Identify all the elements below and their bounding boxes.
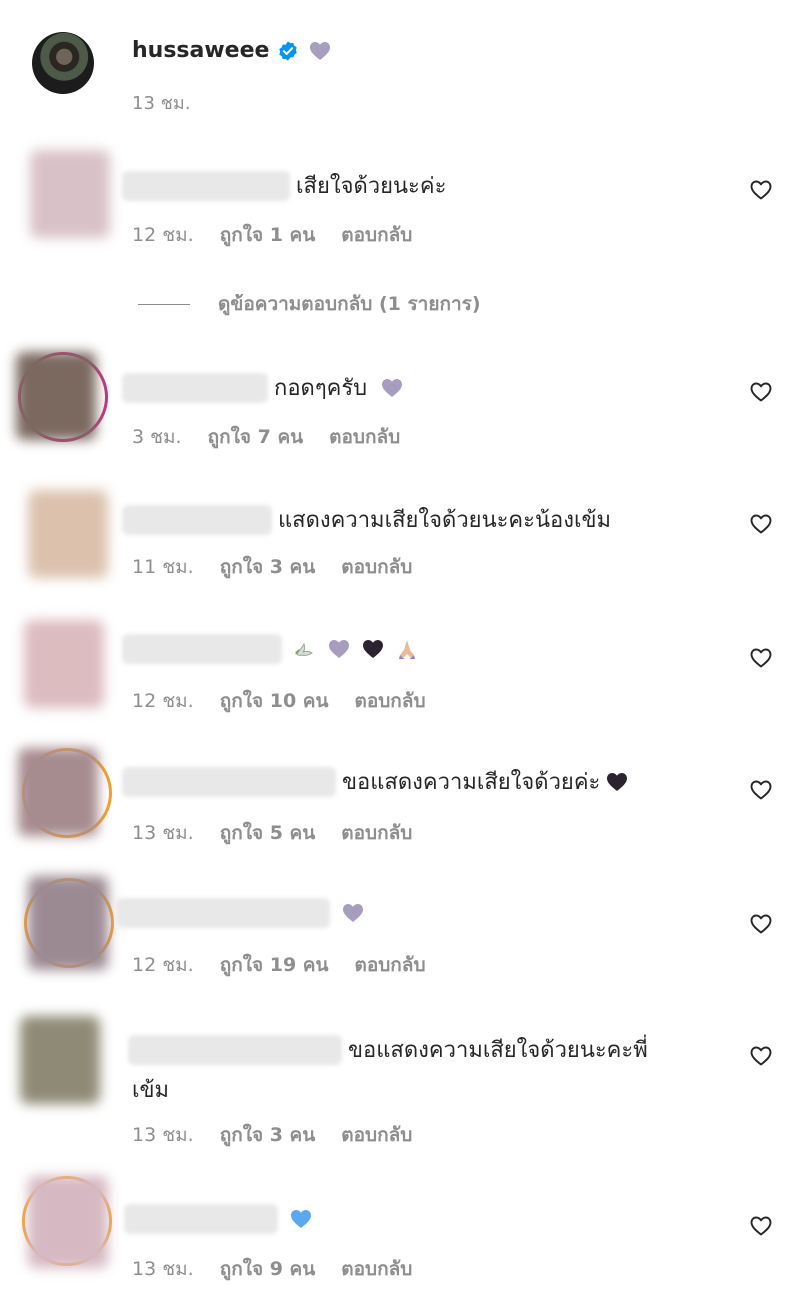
comment-likes[interactable]: ถูกใจ 10 คน — [220, 686, 329, 716]
post-time: 13 ชม. — [132, 93, 191, 114]
comment-likes[interactable]: ถูกใจ 3 คน — [220, 552, 316, 582]
commenter-avatar[interactable] — [28, 1176, 108, 1268]
reply-button[interactable]: ตอบกลับ — [341, 1254, 412, 1284]
replies-divider — [138, 303, 190, 305]
grey-heart-emoji — [307, 39, 333, 63]
like-heart-icon[interactable] — [748, 178, 774, 202]
commenter-username[interactable] — [122, 634, 282, 664]
comment-likes[interactable]: ถูกใจ 7 คน — [208, 422, 304, 452]
comment-likes[interactable]: ถูกใจ 19 คน — [220, 950, 329, 980]
comment-meta: 3 ชม. ถูกใจ 7 คน ตอบกลับ — [132, 422, 400, 452]
comment-likes[interactable]: ถูกใจ 9 คน — [220, 1254, 316, 1284]
commenter-avatar[interactable] — [28, 876, 108, 970]
reply-button[interactable]: ตอบกลับ — [354, 950, 425, 980]
commenter-avatar[interactable] — [18, 748, 98, 836]
view-replies-button[interactable]: ดูข้อความตอบกลับ (1 รายการ) — [138, 289, 481, 319]
comment-time: 3 ชม. — [132, 426, 182, 448]
post-author: hussaweee — [132, 38, 333, 63]
commenter-username[interactable] — [116, 898, 330, 928]
grey-heart-emoji — [340, 901, 366, 925]
reply-button[interactable]: ตอบกลับ — [329, 422, 400, 452]
like-heart-icon[interactable] — [748, 380, 774, 404]
black-heart-emoji — [604, 770, 630, 794]
comment-meta: 12 ชม. ถูกใจ 1 คน ตอบกลับ — [132, 220, 412, 250]
comment-meta: 13 ชม. ถูกใจ 3 คน ตอบกลับ — [132, 1120, 412, 1150]
comment-meta: 12 ชม. ถูกใจ 19 คน ตอบกลับ — [132, 950, 426, 980]
comment-likes[interactable]: ถูกใจ 5 คน — [220, 818, 316, 848]
commenter-username[interactable] — [128, 1034, 342, 1065]
commenter-avatar[interactable] — [30, 150, 110, 238]
view-replies-label: ดูข้อความตอบกลับ (1 รายการ) — [218, 293, 481, 315]
comment-text: ขอแสดงความเสียใจด้วยนะคะพี่ — [348, 1038, 648, 1063]
reply-button[interactable]: ตอบกลับ — [341, 818, 412, 848]
comment-meta: 11 ชม. ถูกใจ 3 คน ตอบกลับ — [132, 552, 412, 582]
commenter-username[interactable] — [122, 504, 272, 535]
reply-button[interactable]: ตอบกลับ — [354, 686, 425, 716]
comment-meta: 12 ชม. ถูกใจ 10 คน ตอบกลับ — [132, 686, 426, 716]
like-heart-icon[interactable] — [748, 778, 774, 802]
like-heart-icon[interactable] — [748, 512, 774, 536]
post-author-avatar[interactable] — [32, 32, 94, 94]
dove-emoji — [295, 642, 313, 656]
commenter-username[interactable] — [122, 766, 336, 797]
comment-meta: 13 ชม. ถูกใจ 5 คน ตอบกลับ — [132, 818, 412, 848]
commenter-username[interactable] — [124, 1204, 278, 1234]
commenter-avatar[interactable] — [28, 490, 108, 578]
reply-button[interactable]: ตอบกลับ — [341, 1120, 412, 1150]
comment-meta: 13 ชม. ถูกใจ 9 คน ตอบกลับ — [132, 1254, 412, 1284]
comment-time: 13 ชม. — [132, 822, 194, 844]
commenter-avatar[interactable] — [16, 352, 96, 440]
comment-time: 12 ชม. — [132, 224, 194, 246]
comment-time: 12 ชม. — [132, 690, 194, 712]
comment-text: กอดๆครับ — [274, 376, 368, 401]
like-heart-icon[interactable] — [748, 1044, 774, 1068]
comment-time: 11 ชม. — [132, 556, 194, 578]
like-heart-icon[interactable] — [748, 912, 774, 936]
commenter-avatar[interactable] — [24, 620, 104, 708]
commenter-avatar[interactable] — [20, 1016, 100, 1104]
like-heart-icon[interactable] — [748, 1214, 774, 1238]
reply-button[interactable]: ตอบกลับ — [341, 220, 412, 250]
black-heart-emoji — [360, 637, 386, 661]
comment-likes[interactable]: ถูกใจ 3 คน — [220, 1120, 316, 1150]
post-author-username[interactable]: hussaweee — [132, 38, 269, 63]
like-heart-icon[interactable] — [748, 646, 774, 670]
comment-time: 13 ชม. — [132, 1258, 194, 1280]
comment-text: เสียใจด้วยนะค่ะ — [296, 174, 447, 199]
comment-time: 12 ชม. — [132, 954, 194, 976]
comment-text: ขอแสดงความเสียใจด้วยค่ะ — [342, 770, 601, 795]
commenter-username[interactable] — [122, 372, 268, 403]
comment-text: แสดงความเสียใจด้วยนะคะน้องเข้ม — [278, 508, 612, 533]
verified-badge-icon — [279, 40, 298, 61]
reply-button[interactable]: ตอบกลับ — [341, 552, 412, 582]
grey-heart-emoji — [379, 376, 405, 400]
folded-hands-emoji — [399, 640, 415, 659]
comment-text-continued: เข้ม — [132, 1078, 170, 1103]
comment-time: 13 ชม. — [132, 1124, 194, 1146]
blue-heart-emoji — [288, 1207, 314, 1231]
commenter-username[interactable] — [122, 170, 290, 201]
grey-heart-emoji — [326, 637, 352, 661]
comment-likes[interactable]: ถูกใจ 1 คน — [220, 220, 316, 250]
